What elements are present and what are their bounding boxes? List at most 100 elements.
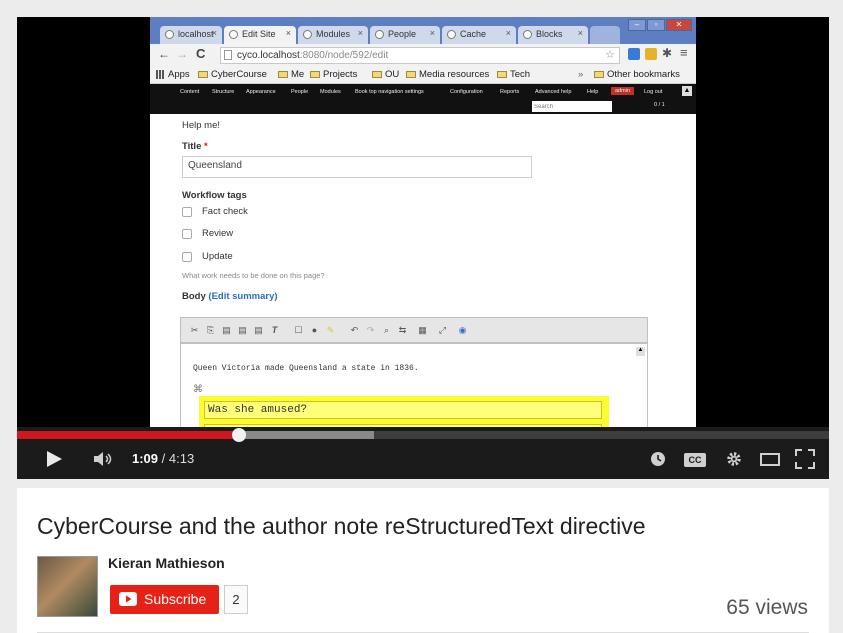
admin-menu-item[interactable]: Advanced help <box>535 89 571 95</box>
close-icon[interactable]: × <box>358 28 363 38</box>
bookmark-label: OU <box>385 69 400 80</box>
replace-icon[interactable]: ⇆ <box>397 325 408 335</box>
address-bar[interactable]: cyco.localhost:8080/node/592/edit ☆ <box>220 47 620 64</box>
paste-word-icon[interactable]: ▤ <box>253 325 264 335</box>
admin-menu-item[interactable]: Book top navigation settings <box>355 89 424 95</box>
fact-check-checkbox[interactable] <box>182 207 192 217</box>
watch-later-icon[interactable] <box>650 451 666 467</box>
browser-tab[interactable]: Modules × <box>298 26 368 44</box>
template-icon[interactable]: ☐ <box>293 325 304 335</box>
admin-menu-item[interactable]: Modules <box>320 89 341 95</box>
paste-icon[interactable]: ▤ <box>221 325 232 335</box>
scroll-up-icon[interactable]: ▲ <box>636 347 645 356</box>
star-icon[interactable]: ☆ <box>605 48 615 61</box>
close-icon[interactable]: × <box>212 28 217 38</box>
highlight-icon[interactable]: ✎ <box>325 325 336 335</box>
author-note-title[interactable]: Was she amused? <box>204 401 602 419</box>
scrubber-handle[interactable] <box>232 428 246 442</box>
admin-menu-item[interactable]: Appearance <box>246 89 276 95</box>
browser-tab[interactable]: Blocks × <box>518 26 588 44</box>
admin-menu-item[interactable]: Log out <box>644 89 662 95</box>
browser-tab[interactable]: localhost × <box>160 26 222 44</box>
admin-menu-item[interactable]: Structure <box>212 89 234 95</box>
youtube-play-icon <box>119 592 137 606</box>
browser-tab-active[interactable]: Edit Site × <box>224 26 296 44</box>
video-info-panel: CyberCourse and the author note reStruct… <box>17 488 829 633</box>
paste-text-icon[interactable]: ▤ <box>237 325 248 335</box>
admin-search-input[interactable] <box>532 101 612 112</box>
admin-toolbar: Content Structure Appearance People Modu… <box>150 84 696 114</box>
menu-icon[interactable]: ≡ <box>680 45 688 60</box>
channel-name[interactable]: Kieran Mathieson <box>108 555 225 571</box>
title-input[interactable]: Queensland <box>182 156 532 178</box>
close-icon[interactable]: × <box>578 28 583 38</box>
update-checkbox[interactable] <box>182 252 192 262</box>
folder-icon <box>594 70 604 78</box>
drag-handle-icon[interactable]: ⌘ <box>193 384 203 395</box>
captions-icon[interactable]: CC <box>684 453 706 467</box>
browser-tab[interactable]: Cache × <box>442 26 516 44</box>
maximize-icon[interactable]: ▫ <box>647 19 665 31</box>
bookmark-folder[interactable]: Media resources <box>406 69 489 80</box>
bookmark-apps[interactable]: Apps <box>156 69 190 80</box>
bookmark-folder[interactable]: OU <box>372 69 399 80</box>
settings-gear-icon[interactable] <box>725 450 743 468</box>
admin-user-badge[interactable]: admin <box>611 87 634 95</box>
copy-icon[interactable]: ⎘ <box>205 325 216 335</box>
collapse-icon[interactable]: ▲ <box>682 86 692 96</box>
folder-icon <box>372 70 382 78</box>
extension-icon[interactable] <box>628 48 640 60</box>
admin-menu-item[interactable]: People <box>291 89 308 95</box>
fullscreen-icon[interactable] <box>795 449 815 469</box>
view-count: 65 views <box>726 596 808 619</box>
forward-icon[interactable]: → <box>176 47 188 61</box>
bookmark-label: Media resources <box>419 69 490 80</box>
folder-icon <box>406 70 416 78</box>
title-label: Title * <box>182 141 208 152</box>
bookmark-folder[interactable]: Projects <box>310 69 357 80</box>
back-icon[interactable]: ← <box>158 47 170 61</box>
undo-icon[interactable]: ↶ <box>349 325 360 335</box>
theater-mode-icon[interactable] <box>760 453 780 466</box>
close-icon[interactable]: × <box>286 28 291 38</box>
maximize-editor-icon[interactable]: ⤢ <box>437 325 448 335</box>
insert-icon[interactable]: ● <box>309 325 320 335</box>
favicon-icon <box>303 30 312 39</box>
browser-tab[interactable]: People × <box>370 26 440 44</box>
admin-menu-item[interactable]: Content <box>180 89 199 95</box>
remove-format-icon[interactable]: T <box>269 325 280 335</box>
volume-icon[interactable] <box>93 451 119 467</box>
close-icon[interactable]: × <box>506 28 511 38</box>
redo-icon[interactable]: ↷ <box>365 325 376 335</box>
more-bookmarks-icon[interactable]: » <box>578 69 583 80</box>
admin-menu-item[interactable]: Configuration <box>450 89 483 95</box>
reload-icon[interactable]: C <box>196 46 205 61</box>
bookmark-label: CyberCourse <box>211 69 267 80</box>
find-icon[interactable]: ⌕ <box>381 325 392 335</box>
video-player[interactable]: localhost × Edit Site × Modules × People × C… <box>17 17 829 479</box>
extension-icon[interactable] <box>645 48 657 60</box>
play-icon[interactable] <box>45 450 63 468</box>
review-checkbox[interactable] <box>182 229 192 239</box>
bookmark-folder[interactable]: Tech <box>497 69 530 80</box>
bookmark-label: Me <box>291 69 305 80</box>
window-close-icon[interactable]: ✕ <box>666 19 692 31</box>
bookmark-folder[interactable]: CyberCourse <box>198 69 267 80</box>
tab-label: localhost <box>178 29 214 39</box>
cut-icon[interactable]: ✂ <box>189 325 200 335</box>
admin-menu-item[interactable]: Help <box>587 89 598 95</box>
wysiwyg-editor[interactable]: Queen Victoria made Queensland a state i… <box>180 343 648 432</box>
page: localhost × Edit Site × Modules × People × C… <box>0 0 843 633</box>
admin-menu-item[interactable]: Reports <box>500 89 519 95</box>
minimize-icon[interactable]: – <box>628 19 646 31</box>
subscribe-button[interactable]: Subscribe <box>110 585 219 614</box>
help-icon[interactable]: ◉ <box>457 325 468 335</box>
edit-summary-link[interactable]: Edit summary <box>212 291 275 302</box>
channel-avatar[interactable] <box>37 556 98 617</box>
gear-icon[interactable]: ✱ <box>662 46 672 60</box>
close-icon[interactable]: × <box>430 28 435 38</box>
new-tab-button[interactable] <box>590 26 620 44</box>
other-bookmarks[interactable]: Other bookmarks <box>594 69 680 80</box>
bookmark-folder[interactable]: Me <box>278 69 304 80</box>
source-icon[interactable]: ▦ <box>417 325 428 335</box>
